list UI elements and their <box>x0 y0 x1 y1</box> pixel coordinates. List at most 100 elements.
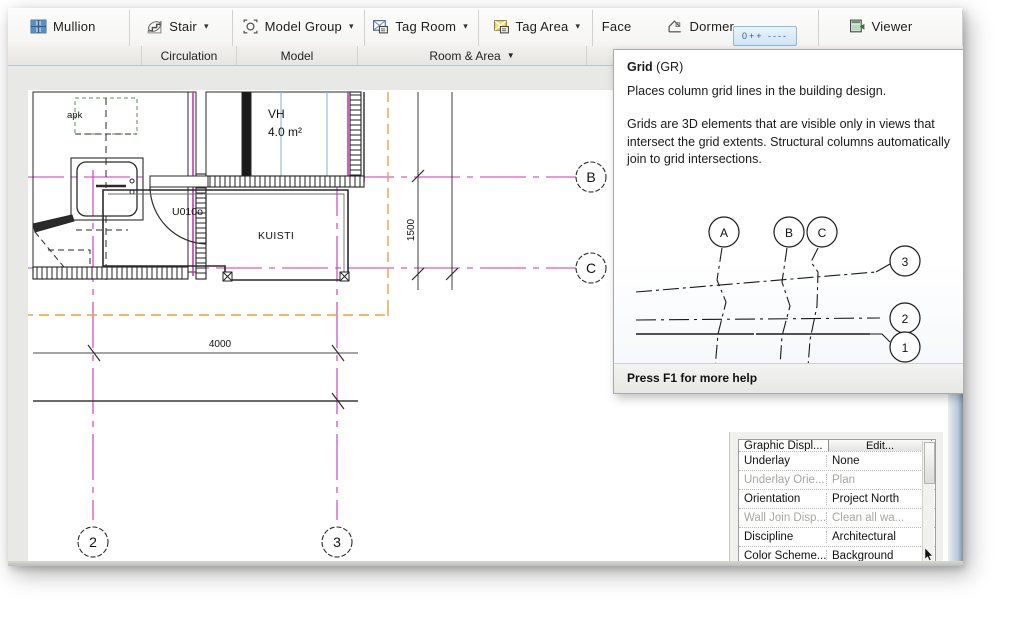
property-name: Wall Join Disp... <box>744 512 826 524</box>
dimension-value-4000: 4000 <box>209 339 232 350</box>
grid-bubble-c: C <box>575 252 607 284</box>
ribbon-button-label: Viewer <box>871 19 913 34</box>
scrollbar-thumb[interactable] <box>924 442 935 484</box>
property-name: Underlay <box>744 455 791 467</box>
properties-list[interactable]: Graphic Displ... Edit... Underlay None U… <box>738 439 936 566</box>
property-value[interactable]: None <box>826 455 935 467</box>
property-row-underlay[interactable]: Underlay None <box>739 452 935 471</box>
property-value[interactable]: Project North <box>826 493 935 505</box>
tooltip-footer: Press F1 for more help <box>614 363 963 393</box>
ribbon-button-label: Model Group <box>264 19 342 34</box>
svg-text:B: B <box>785 226 793 240</box>
panel-label: Circulation <box>160 48 218 63</box>
ribbon-button-tag-room[interactable]: Tag Room ▾ <box>364 8 477 45</box>
grid-bubble-2: 2 <box>77 526 109 558</box>
property-row-orientation[interactable]: Orientation Project North <box>739 490 935 509</box>
ribbon-button-label: Dormer <box>689 19 735 34</box>
tooltip-bubble-b: B <box>773 216 805 248</box>
ribbon-button-mullion[interactable]: Mullion <box>8 8 129 45</box>
property-row-underlay-orientation: Underlay Orie... Plan <box>739 471 935 490</box>
property-name: Graphic Displ... <box>744 440 823 452</box>
grid-bubble-label: C <box>586 260 596 276</box>
room-label-kuisti: KUISTI <box>258 230 294 242</box>
tooltip-paragraph-2: Grids are 3D elements that are visible o… <box>627 116 951 167</box>
room-label-vh: VH <box>268 107 285 121</box>
tooltip-paragraph-1: Places column grid lines in the building… <box>627 84 887 98</box>
ribbon-button-stair[interactable]: Stair ▾ <box>130 8 232 45</box>
ribbon-button-grid[interactable]: 0++ ---- <box>733 26 797 46</box>
ribbon-button-label: Tag Area <box>515 19 569 34</box>
dimension-value-1500: 1500 <box>406 218 417 241</box>
property-value: Clean all wa... <box>826 512 935 524</box>
ribbon-panel-model: Model <box>236 46 357 65</box>
property-value[interactable]: Architectural <box>826 531 935 543</box>
property-name: Orientation <box>744 493 801 505</box>
svg-text:A: A <box>720 226 728 240</box>
svg-text:C: C <box>818 226 827 240</box>
ribbon-button-label: Mullion <box>53 19 96 34</box>
room-area-vh: 4.0 m² <box>268 125 302 139</box>
chevron-down-icon[interactable]: ▼ <box>507 51 515 60</box>
tooltip-bubble-2: 2 <box>889 302 921 334</box>
door-tag-u010o: U010o <box>172 206 203 218</box>
tooltip-bubble-c: C <box>806 216 838 248</box>
mouse-cursor <box>925 548 934 561</box>
ribbon-panel-spacer <box>8 46 141 65</box>
ribbon-button-face[interactable]: Face <box>593 8 661 45</box>
room-label-apk: apk <box>67 110 83 121</box>
grid-icon: 0++ ---- <box>741 31 788 41</box>
tooltip-bubble-a: A <box>708 216 740 248</box>
tooltip-title-shortcut: (GR) <box>652 60 684 74</box>
ribbon-button-label: Face <box>601 19 632 34</box>
tooltip-grid: Grid (GR) Places column grid lines in th… <box>613 49 963 394</box>
tooltip-body: Grid (GR) Places column grid lines in th… <box>614 50 963 169</box>
viewer-icon <box>849 19 865 33</box>
ribbon-tool-row: Mullion Stair ▾ Model Group ▾ Tag Room ▾… <box>8 8 963 60</box>
ribbon-button-tag-area[interactable]: Tag Area ▾ <box>479 8 592 45</box>
tooltip-illustration: A B C 3 2 1 <box>635 216 921 381</box>
property-name: Underlay Orie... <box>744 474 825 486</box>
chevron-down-icon[interactable]: ▾ <box>575 22 580 31</box>
plan-geometry <box>32 91 365 282</box>
grid-bubble-label: 2 <box>89 534 97 550</box>
svg-text:1: 1 <box>902 341 909 355</box>
tooltip-bubble-1: 1 <box>889 331 921 363</box>
tooltip-title-name: Grid <box>627 60 653 74</box>
svg-text:3: 3 <box>902 255 909 269</box>
ribbon-button-viewer[interactable]: Viewer <box>819 8 957 45</box>
tooltip-footer-text: Press F1 for more help <box>627 371 758 385</box>
ribbon-panel-circulation: Circulation <box>141 46 236 65</box>
panel-label: Room & Area <box>429 48 501 63</box>
ribbon-panel-room-area[interactable]: Room & Area ▼ <box>357 46 586 65</box>
ribbon-button-model-group[interactable]: Model Group ▾ <box>233 8 364 45</box>
chevron-down-icon[interactable]: ▾ <box>204 22 209 31</box>
grid-bubble-b: B <box>575 161 607 193</box>
dimension-1500: 1500 <box>406 92 459 290</box>
tooltip-bubble-3: 3 <box>889 245 921 277</box>
dimension-4000: 4000 <box>33 339 358 410</box>
grid-bubble-3: 3 <box>321 526 353 558</box>
chevron-down-icon[interactable]: ▾ <box>463 22 468 31</box>
chevron-down-icon[interactable]: ▾ <box>349 22 354 31</box>
window-bottom-edge <box>8 561 963 566</box>
tooltip-title: Grid (GR) <box>627 60 953 74</box>
screenshot-root: Mullion Stair ▾ Model Group ▾ Tag Room ▾… <box>0 0 1024 626</box>
ribbon-button-label: Stair <box>169 19 197 34</box>
property-row-graphic-display[interactable]: Graphic Displ... Edit... <box>739 440 935 452</box>
property-row-wall-join-display: Wall Join Disp... Clean all wa... <box>739 509 935 528</box>
ribbon-button-label: Tag Room <box>395 19 457 34</box>
grid-bubble-label: B <box>586 169 595 185</box>
property-value: Plan <box>826 474 935 486</box>
tag-room-icon <box>373 20 389 34</box>
property-name: Discipline <box>744 531 794 543</box>
property-row-discipline[interactable]: Discipline Architectural <box>739 528 935 547</box>
stair-icon <box>147 21 162 34</box>
application-window: Mullion Stair ▾ Model Group ▾ Tag Room ▾… <box>8 8 963 566</box>
property-edit-button[interactable]: Edit... <box>828 440 932 451</box>
model-group-icon <box>243 19 258 34</box>
mullion-icon <box>30 19 47 34</box>
grid-bubble-label: 3 <box>333 534 341 550</box>
properties-palette: Graphic Displ... Edit... Underlay None U… <box>729 432 943 566</box>
svg-text:2: 2 <box>902 312 909 326</box>
tag-area-icon <box>493 20 509 34</box>
